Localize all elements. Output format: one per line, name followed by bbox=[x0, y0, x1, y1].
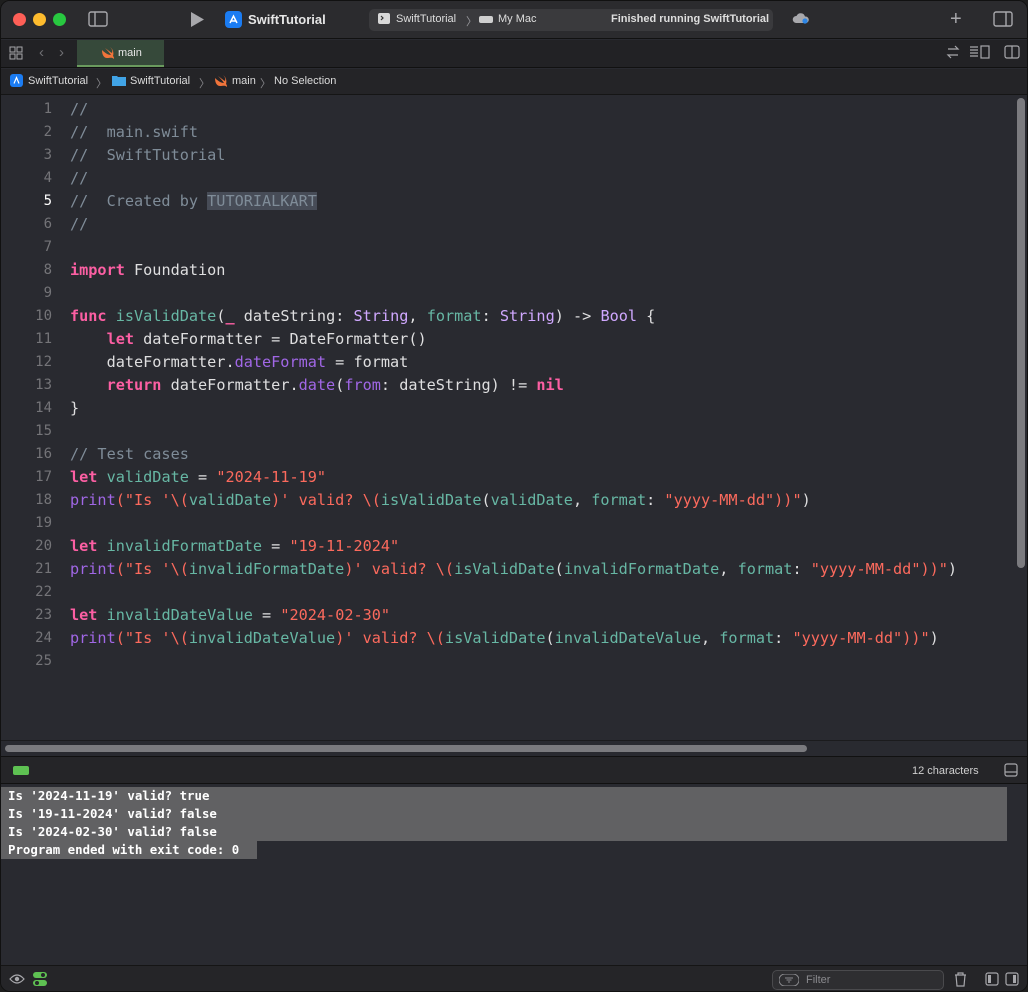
scheme-selector[interactable]: SwiftTutorial 〉 My Mac Finished running … bbox=[369, 9, 773, 31]
line-number-label: 25 bbox=[35, 653, 52, 669]
line-number: 15 bbox=[1, 420, 1011, 443]
destination-name[interactable]: My Mac bbox=[498, 13, 537, 25]
swap-icon[interactable] bbox=[946, 45, 960, 63]
code-line: // bbox=[70, 100, 89, 118]
breadcrumb-project[interactable]: SwiftTutorial bbox=[28, 75, 88, 87]
selection-count: 12 characters bbox=[912, 765, 979, 777]
swift-file-icon bbox=[214, 75, 227, 90]
scheme-separator: 〉 bbox=[466, 16, 477, 28]
breadcrumb-file[interactable]: main bbox=[232, 75, 256, 87]
horizontal-scrollbar-track bbox=[1, 740, 1027, 755]
xcode-window: SwiftTutorial SwiftTutorial 〉 My Mac Fin… bbox=[0, 0, 1028, 992]
terminal-icon bbox=[378, 13, 390, 27]
console-line: Is '2024-11-19' valid? true bbox=[1, 787, 1007, 805]
code-line: import Foundation bbox=[70, 261, 226, 279]
code-line: // bbox=[70, 169, 89, 187]
tab-label: main bbox=[118, 47, 142, 59]
code-line: // Test cases bbox=[70, 445, 189, 463]
cloud-icon[interactable] bbox=[792, 12, 810, 30]
source-editor[interactable]: 1 2 3 4 5 6 7 8 9 10 11 12 13 14 15 16 17 18 19 20 21 22 23 24 2… bbox=[1, 96, 1027, 740]
code-line: print("Is '\(validDate)' valid? \(isVali… bbox=[70, 491, 811, 509]
code-line: let validDate = "2024-11-19" bbox=[70, 468, 327, 486]
line-number: 7 bbox=[1, 236, 1011, 259]
forward-chevron-icon[interactable]: › bbox=[59, 44, 64, 61]
code-line: let invalidFormatDate = "19-11-2024" bbox=[70, 537, 400, 555]
line-number: 25 bbox=[1, 650, 1011, 673]
filter-icon bbox=[778, 973, 800, 989]
code-line: // Created by TUTORIALKART bbox=[70, 192, 317, 210]
navigator-toggle-icon[interactable] bbox=[88, 11, 108, 31]
code-line: // bbox=[70, 215, 89, 233]
breadcrumb-separator: 〉 bbox=[260, 78, 271, 90]
project-icon bbox=[10, 74, 23, 90]
run-icon[interactable] bbox=[189, 11, 205, 32]
line-number-label: 15 bbox=[35, 423, 52, 439]
folder-icon bbox=[112, 75, 126, 89]
console-line: Is '2024-02-30' valid? false bbox=[1, 823, 1007, 841]
split-editor-icon[interactable] bbox=[1004, 45, 1020, 63]
code-line: print("Is '\(invalidDateValue)' valid? \… bbox=[70, 629, 939, 647]
code-line: let invalidDateValue = "2024-02-30" bbox=[70, 606, 391, 624]
line-number-label: 19 bbox=[35, 515, 52, 531]
line-number-label: 22 bbox=[35, 584, 52, 600]
breadcrumb-folder[interactable]: SwiftTutorial bbox=[130, 75, 190, 87]
console-output[interactable]: Is '2024-11-19' valid? true Is '19-11-20… bbox=[1, 785, 1027, 965]
breadcrumb: SwiftTutorial 〉 SwiftTutorial 〉 main 〉 N… bbox=[1, 69, 1027, 95]
minimize-window-button[interactable] bbox=[33, 13, 46, 26]
close-window-button[interactable] bbox=[13, 13, 26, 26]
eye-icon[interactable] bbox=[9, 972, 25, 989]
variables-view-icon[interactable] bbox=[985, 972, 999, 990]
app-title: SwiftTutorial bbox=[248, 12, 326, 27]
code-line: // SwiftTutorial bbox=[70, 146, 226, 164]
inspector-toggle-icon[interactable] bbox=[993, 11, 1013, 31]
back-chevron-icon[interactable]: ‹ bbox=[39, 44, 44, 61]
line-number: 19 bbox=[1, 512, 1011, 535]
horizontal-scrollbar[interactable] bbox=[5, 745, 807, 752]
console-view-icon[interactable] bbox=[1005, 972, 1019, 990]
grid-icon[interactable] bbox=[9, 46, 23, 64]
mac-icon bbox=[479, 15, 493, 27]
filter-placeholder: Filter bbox=[806, 974, 831, 986]
editor-options-icon[interactable] bbox=[969, 45, 991, 63]
code-line: func isValidDate(_ dateString: String, f… bbox=[70, 307, 656, 325]
line-number-label: 7 bbox=[43, 239, 52, 255]
breadcrumb-separator: 〉 bbox=[199, 78, 210, 90]
toggle-icon[interactable] bbox=[33, 972, 47, 990]
console-line: Is '19-11-2024' valid? false bbox=[1, 805, 1007, 823]
title-bar: SwiftTutorial SwiftTutorial 〉 My Mac Fin… bbox=[1, 1, 1027, 39]
editor-tab-bar: ‹ › main bbox=[1, 40, 1027, 68]
code-line: } bbox=[70, 399, 80, 417]
trash-icon[interactable] bbox=[954, 972, 967, 991]
app-store-icon bbox=[225, 11, 242, 32]
code-line: return dateFormatter.date(from: dateStri… bbox=[106, 376, 564, 394]
activity-status: Finished running SwiftTutorial bbox=[611, 13, 770, 25]
selected-text: TUTORIALKART bbox=[207, 192, 317, 210]
filter-input[interactable]: Filter bbox=[772, 970, 944, 990]
code-line: print("Is '\(invalidFormatDate)' valid? … bbox=[70, 560, 958, 578]
add-icon[interactable]: + bbox=[950, 8, 962, 31]
scheme-name: SwiftTutorial bbox=[396, 13, 457, 25]
swift-icon bbox=[101, 47, 114, 62]
line-number: 22 bbox=[1, 581, 1011, 604]
code-line: let dateFormatter = DateFormatter() bbox=[106, 330, 427, 348]
code-line: dateFormatter.dateFormat = format bbox=[106, 353, 409, 371]
zoom-window-button[interactable] bbox=[53, 13, 66, 26]
breadcrumb-separator: 〉 bbox=[96, 78, 107, 90]
breadcrumb-selection[interactable]: No Selection bbox=[274, 75, 336, 87]
hide-debug-area-icon[interactable] bbox=[1004, 763, 1018, 781]
code-line: // main.swift bbox=[70, 123, 199, 141]
console-bottom-bar: Filter bbox=[1, 965, 1027, 991]
tab-main[interactable]: main bbox=[77, 40, 164, 67]
vertical-scrollbar[interactable] bbox=[1017, 98, 1025, 568]
debug-bar: 12 characters bbox=[1, 756, 1027, 784]
debug-area-indicator-icon[interactable] bbox=[13, 766, 29, 775]
console-line: Program ended with exit code: 0 bbox=[1, 841, 257, 859]
line-number: 9 bbox=[1, 282, 1011, 305]
line-number-label: 9 bbox=[43, 285, 52, 301]
